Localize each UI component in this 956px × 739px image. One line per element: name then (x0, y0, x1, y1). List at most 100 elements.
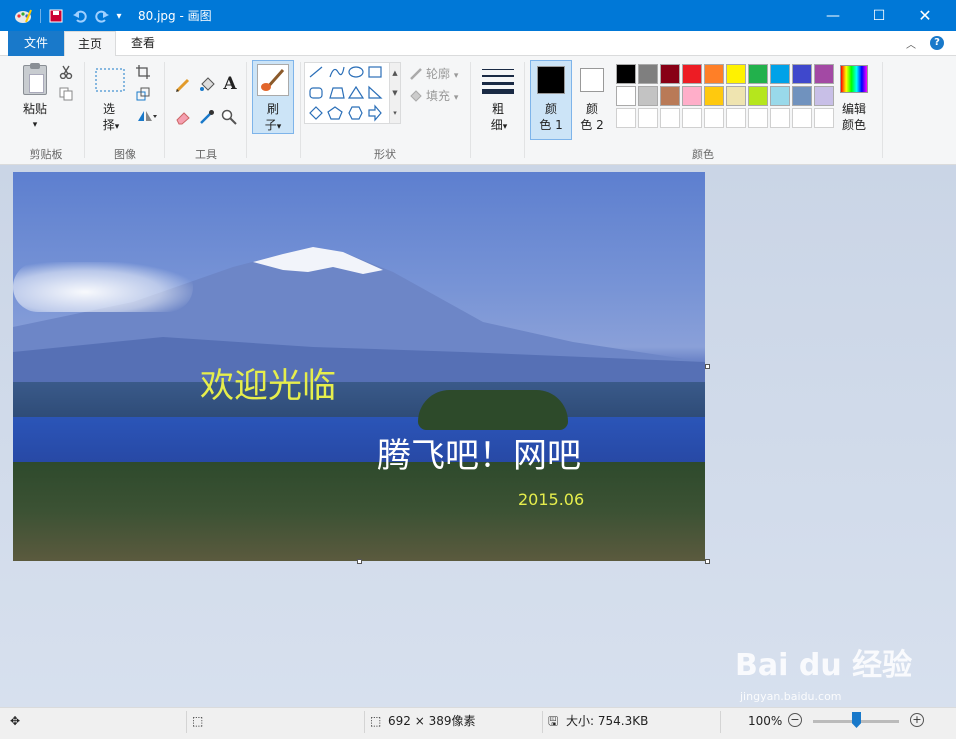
edit-colors-label-1[interactable]: 编辑 (836, 101, 872, 117)
color1-swatch (537, 66, 565, 94)
tab-view[interactable]: 查看 (116, 31, 170, 56)
palette-swatch[interactable] (682, 64, 702, 84)
edit-colors-icon[interactable] (840, 65, 868, 93)
copy-icon[interactable] (58, 86, 74, 102)
resize-icon[interactable] (135, 86, 151, 102)
color-picker-icon[interactable] (198, 108, 216, 126)
color2-swatch[interactable] (580, 68, 604, 92)
palette-swatch[interactable] (726, 108, 746, 128)
paste-dropdown-icon[interactable]: ▾ (30, 117, 40, 133)
colors-group-label: 颜色 (692, 148, 714, 161)
crop-icon[interactable] (135, 64, 151, 80)
tab-home[interactable]: 主页 (64, 31, 116, 57)
resize-handle-right[interactable] (705, 364, 710, 369)
palette-swatch[interactable] (748, 108, 768, 128)
help-icon[interactable]: ? (930, 36, 944, 50)
baidu-watermark: Bai du 经验 (735, 648, 913, 683)
line-size-icon[interactable] (480, 66, 516, 96)
resize-handle-corner[interactable] (705, 559, 710, 564)
palette-swatch[interactable] (660, 86, 680, 106)
palette-swatch[interactable] (704, 108, 724, 128)
tab-file[interactable]: 文件 (8, 31, 64, 56)
image-dimensions: 692 × 389像素 (388, 714, 476, 728)
palette-swatch[interactable] (660, 64, 680, 84)
palette-swatch[interactable] (682, 108, 702, 128)
image-canvas[interactable]: 欢迎光临 腾飞吧！网吧 2015.06 (13, 172, 705, 561)
close-button[interactable]: ✕ (902, 0, 948, 31)
zoom-in-button[interactable]: + (910, 713, 924, 727)
edit-colors-label-2[interactable]: 颜色 (836, 117, 872, 133)
paste-button-label[interactable]: 粘贴 (18, 101, 52, 117)
select-rectangle-icon[interactable] (95, 68, 125, 92)
status-divider (186, 711, 187, 733)
color2-label-1[interactable]: 颜 (577, 101, 607, 117)
fill-bucket-icon[interactable] (198, 76, 216, 94)
palette-swatch[interactable] (638, 86, 658, 106)
status-divider (364, 711, 365, 733)
fill-icon[interactable] (408, 88, 424, 104)
palette-swatch[interactable] (792, 86, 812, 106)
palette-swatch[interactable] (770, 64, 790, 84)
cut-icon[interactable] (58, 64, 74, 80)
eraser-icon[interactable] (174, 108, 192, 126)
palette-swatch[interactable] (616, 86, 636, 106)
palette-swatch[interactable] (616, 108, 636, 128)
palette-swatch[interactable] (748, 86, 768, 106)
redo-icon[interactable] (92, 6, 112, 26)
palette-swatch[interactable] (770, 86, 790, 106)
select-label-1[interactable]: 选 (96, 101, 122, 117)
palette-swatch[interactable] (616, 64, 636, 84)
palette-swatch[interactable] (682, 86, 702, 106)
shapes-gallery-icons[interactable] (305, 63, 401, 125)
shapes-gallery-scrollbar[interactable]: ▲ ▼ ▾ (389, 62, 401, 124)
zoom-slider-thumb[interactable] (852, 712, 861, 728)
customize-quick-access-icon[interactable]: ▾ (112, 6, 126, 26)
palette-swatch[interactable] (726, 64, 746, 84)
canvas-workspace[interactable]: 欢迎光临 腾飞吧！网吧 2015.06 (0, 165, 956, 707)
window-title: 80.jpg - 画图 (138, 9, 212, 23)
palette-swatch[interactable] (704, 64, 724, 84)
paste-icon[interactable] (22, 63, 48, 96)
rotate-icon[interactable] (135, 108, 159, 124)
magnifier-icon[interactable] (220, 108, 238, 126)
baidu-watermark-url: jingyan.baidu.com (740, 690, 842, 703)
maximize-button[interactable]: ☐ (856, 0, 902, 31)
status-divider (720, 711, 721, 733)
select-button-label[interactable]: 择▾ (96, 117, 126, 135)
palette-swatch[interactable] (704, 86, 724, 106)
palette-swatch[interactable] (638, 64, 658, 84)
save-icon[interactable] (46, 6, 66, 26)
resize-handle-bottom[interactable] (357, 559, 362, 564)
palette-swatch[interactable] (814, 64, 834, 84)
collapse-ribbon-icon[interactable]: ︿ (906, 36, 916, 51)
zoom-out-button[interactable]: − (788, 713, 802, 727)
fill-button-label[interactable]: 填充 ▾ (426, 88, 466, 106)
color1-label-1: 颜 (544, 102, 557, 116)
palette-swatch[interactable] (748, 64, 768, 84)
group-divider (84, 62, 85, 158)
trees-graphic (13, 462, 705, 561)
brush-icon (257, 64, 289, 96)
palette-swatch[interactable] (638, 108, 658, 128)
pencil-icon[interactable] (174, 76, 192, 94)
palette-swatch[interactable] (814, 86, 834, 106)
file-size-icon: 🖫 (548, 714, 559, 728)
palette-swatch[interactable] (770, 108, 790, 128)
color2-label-2[interactable]: 色 2 (575, 117, 609, 133)
palette-swatch[interactable] (814, 108, 834, 128)
palette-swatch[interactable] (660, 108, 680, 128)
minimize-button[interactable]: — (810, 0, 856, 31)
palette-swatch[interactable] (792, 108, 812, 128)
paint-app-icon[interactable] (12, 6, 34, 26)
outline-icon[interactable] (408, 66, 424, 82)
size-label-row[interactable]: 细▾ (484, 117, 514, 135)
size-label-1[interactable]: 粗 (484, 101, 512, 117)
shapes-gallery (304, 62, 400, 124)
outline-button-label[interactable]: 轮廓 ▾ (426, 66, 466, 84)
palette-swatch[interactable] (792, 64, 812, 84)
select-dropdown-icon: ▾ (114, 122, 120, 132)
palette-swatch[interactable] (726, 86, 746, 106)
group-divider (246, 62, 247, 158)
text-tool-icon[interactable]: A (220, 74, 240, 94)
undo-icon[interactable] (70, 6, 90, 26)
